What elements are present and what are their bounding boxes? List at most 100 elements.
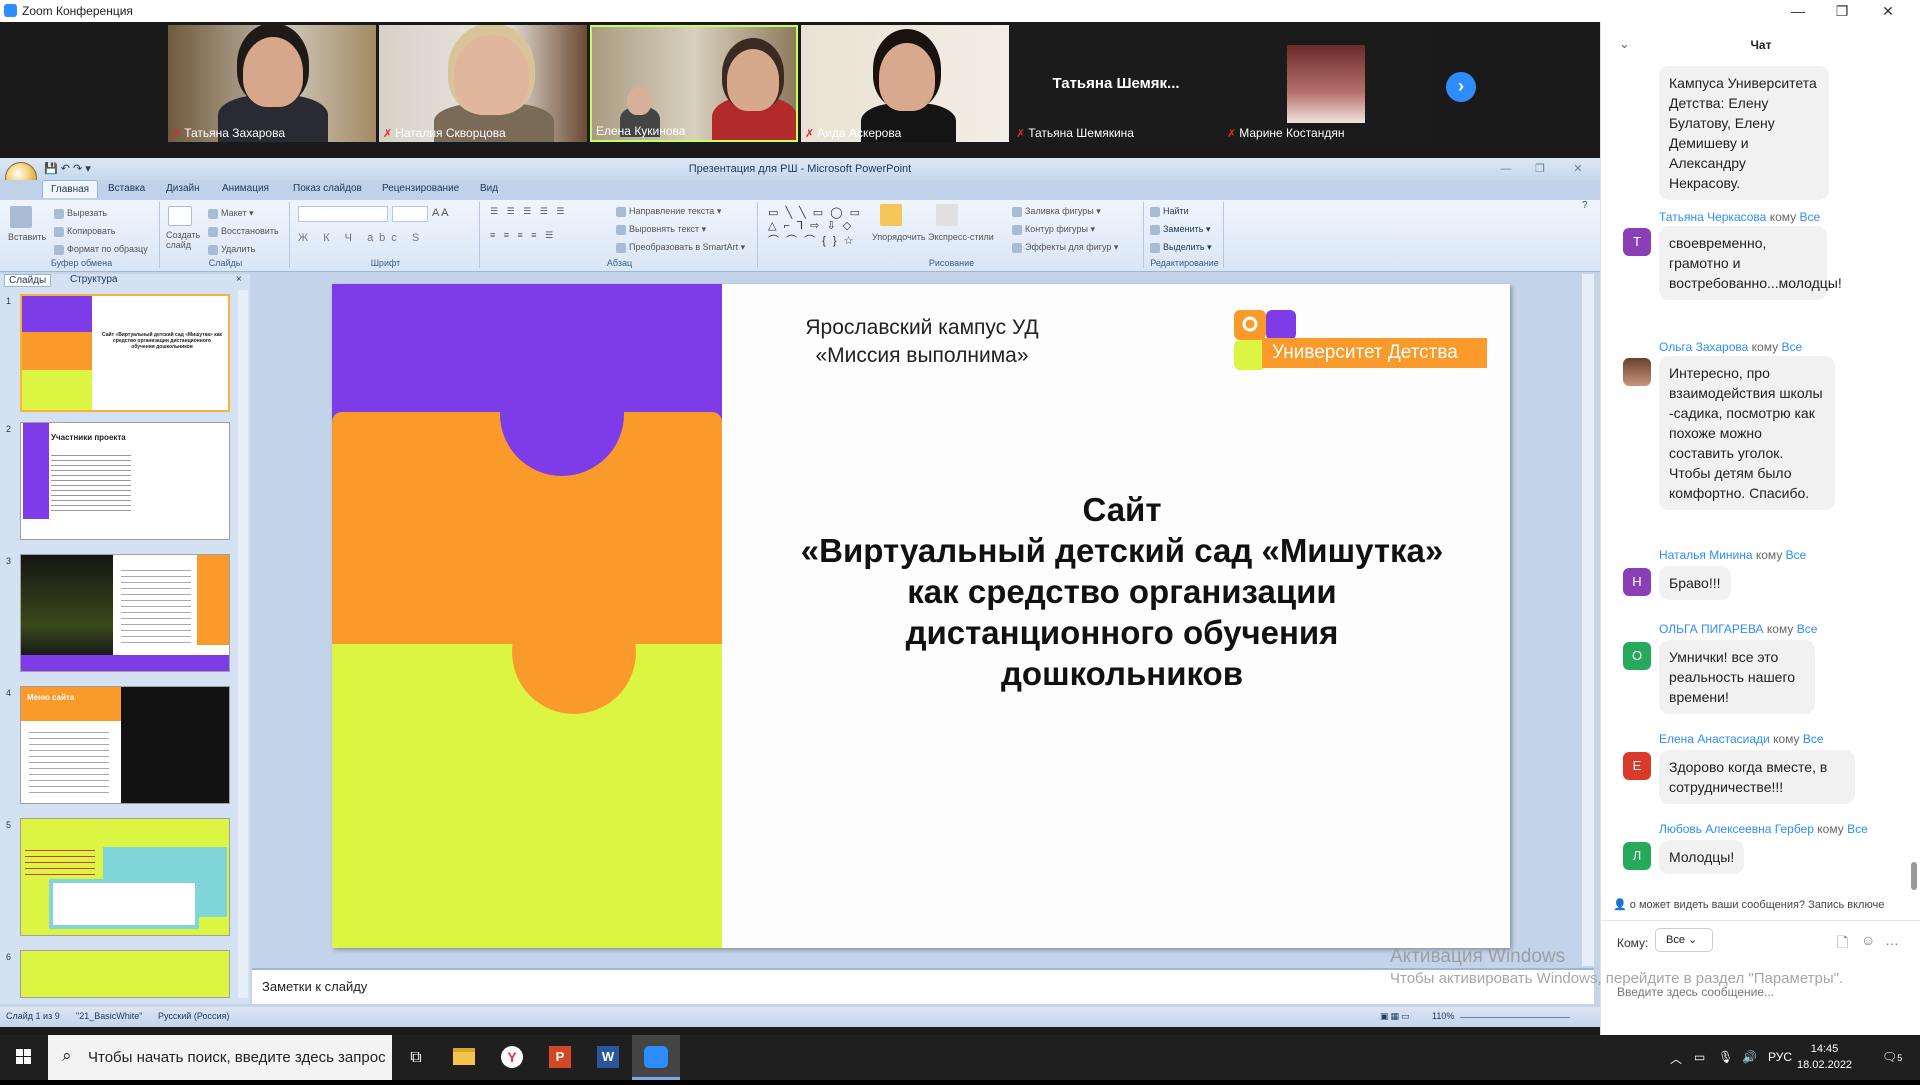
font-size-select[interactable] xyxy=(392,206,428,222)
shapes-gallery[interactable]: ▭ ╲ ╲ ▭ ◯ ▭ △ ⌐ ⅂ ⇨ ⇩ ◇ ⌒ ⌒ ⌒ { } ☆ xyxy=(768,206,862,248)
cut-button[interactable]: Вырезать xyxy=(54,208,107,219)
quick-styles-button[interactable]: Экспресс-стили xyxy=(928,232,994,242)
video-tile[interactable]: ✗ Татьяна Захарова xyxy=(168,25,376,142)
tab-view[interactable]: Вид xyxy=(480,183,498,194)
shape-outline-button[interactable]: Контур фигуры ▾ xyxy=(1012,224,1095,235)
slide-editing-area: Ярославский кампус УД «Миссия выполнима»… xyxy=(252,274,1594,966)
copy-button[interactable]: Копировать xyxy=(54,226,115,237)
font-size-grow-icon[interactable]: A A xyxy=(432,207,449,219)
purple-bar xyxy=(21,655,229,671)
select-button[interactable]: Выделить ▾ xyxy=(1150,242,1212,253)
replace-button[interactable]: Заменить ▾ xyxy=(1150,224,1210,235)
thumb-title: Меню сайта xyxy=(27,693,75,702)
slide-thumbnail-2[interactable]: Участники проекта xyxy=(20,422,230,540)
yandex-browser-icon[interactable]: Y xyxy=(488,1035,536,1080)
smartart-button[interactable]: Преобразовать в SmartArt ▾ xyxy=(616,242,745,253)
zoom-slider[interactable] xyxy=(1460,1017,1570,1018)
new-slide-button[interactable]: Создать слайд xyxy=(166,230,206,250)
close-pane-icon[interactable]: × xyxy=(232,274,246,285)
emoji-icon[interactable]: ☺ xyxy=(1861,932,1875,948)
tab-insert[interactable]: Вставка xyxy=(108,183,145,194)
font-style-buttons[interactable]: Ж К Ч abc S xyxy=(298,232,425,244)
slide-thumbnail-6[interactable] xyxy=(20,950,230,998)
arrange-button[interactable]: Упорядочить xyxy=(872,232,926,242)
file-explorer-icon[interactable] xyxy=(440,1035,488,1080)
reset-button[interactable]: Восстановить xyxy=(208,226,279,237)
slide-thumbnail-1[interactable]: Сайт «Виртуальный детский сад «Мишутка» … xyxy=(20,294,230,412)
help-icon[interactable]: ? xyxy=(1582,200,1588,211)
tray-chevron-icon[interactable]: ︿ xyxy=(1670,1050,1682,1067)
restore-button[interactable]: ❐ xyxy=(1820,0,1864,22)
list-buttons[interactable]: ☰ ☰ ☰ ☰ ☰ xyxy=(490,206,567,217)
tab-home[interactable]: Главная xyxy=(42,180,99,198)
chat-message-sender: Любовь Алексеевна Гербер кому Все xyxy=(1659,822,1868,836)
slide-thumbnail-3[interactable] xyxy=(20,554,230,672)
slide-thumbnail-5[interactable] xyxy=(20,818,230,936)
start-button[interactable] xyxy=(0,1035,48,1080)
video-tile[interactable]: Татьяна Шемяк... ✗ Татьяна Шемякина xyxy=(1012,25,1220,142)
chat-privacy-note[interactable]: 👤 о может видеть ваши сообщения? Запись … xyxy=(1613,898,1913,911)
minimize-button[interactable]: — xyxy=(1776,0,1820,22)
close-button[interactable]: ✕ xyxy=(1866,0,1910,22)
puzzle-piece xyxy=(22,296,92,336)
slide-thumbnail-4[interactable]: Меню сайта xyxy=(20,686,230,804)
text-direction-button[interactable]: Направление текста ▾ xyxy=(616,206,721,217)
group-label: Буфер обмена xyxy=(50,258,113,268)
pane-scrollbar[interactable] xyxy=(238,290,248,998)
chat-message-sender: Наталья Минина кому Все xyxy=(1659,548,1807,562)
current-slide[interactable]: Ярославский кампус УД «Миссия выполнима»… xyxy=(332,284,1510,948)
task-view-icon[interactable]: ⧉ xyxy=(392,1035,440,1080)
tab-slides[interactable]: Слайды xyxy=(4,274,52,287)
participant-face xyxy=(727,49,779,111)
view-buttons[interactable]: ▣▦▭ xyxy=(1380,1011,1412,1022)
network-icon[interactable]: ▭ xyxy=(1694,1050,1705,1064)
video-tile[interactable]: ✗ Марине Костандян xyxy=(1223,25,1431,142)
taskbar-search[interactable]: ⌕ Чтобы начать поиск, введите здесь запр… xyxy=(48,1035,392,1080)
next-page-arrow-icon[interactable]: › xyxy=(1446,72,1476,102)
slide-number: 2 xyxy=(6,424,12,434)
powerpoint-icon[interactable]: P xyxy=(536,1035,584,1080)
quick-styles-icon xyxy=(936,204,961,226)
video-tile-active-speaker[interactable]: Елена Кукинова xyxy=(590,25,798,142)
clock[interactable]: 14:45 18.02.2022 xyxy=(1797,1041,1852,1073)
align-buttons[interactable]: ≡ ≡ ≡ ≡ ☰ xyxy=(490,230,556,241)
tab-review[interactable]: Рецензирование xyxy=(382,183,459,194)
participant-face xyxy=(627,87,651,115)
paste-button[interactable]: Вставить xyxy=(8,232,46,242)
video-tile[interactable]: ✗ Наталия Скворцова xyxy=(379,25,587,142)
format-painter-button[interactable]: Формат по образцу xyxy=(54,244,148,255)
more-icon[interactable]: … xyxy=(1885,932,1899,948)
layout-button[interactable]: Макет ▾ xyxy=(208,208,254,219)
align-text-button[interactable]: Выровнять текст ▾ xyxy=(616,224,706,235)
slide-counter: Слайд 1 из 9 xyxy=(6,1011,60,1021)
tab-outline[interactable]: Структура xyxy=(66,274,121,285)
tab-slideshow[interactable]: Показ слайдов xyxy=(293,183,362,194)
powerpoint-window: Презентация для РШ - Microsoft PowerPoin… xyxy=(0,158,1600,1027)
language-indicator[interactable]: Русский (Россия) xyxy=(158,1011,229,1021)
group-label: Абзац xyxy=(606,258,633,268)
avatar: О xyxy=(1623,642,1651,670)
vertical-scrollbar[interactable] xyxy=(1582,274,1594,966)
microphone-icon[interactable]: 🎙 xyxy=(1718,1050,1733,1064)
purple-bar xyxy=(23,423,49,519)
zoom-level[interactable]: 110% xyxy=(1432,1011,1454,1021)
slide-number: 6 xyxy=(6,952,12,962)
chat-scrollbar[interactable] xyxy=(1911,862,1917,890)
video-tile[interactable]: ✗ Аида Аскерова xyxy=(801,25,1009,142)
delete-slide-button[interactable]: Удалить xyxy=(208,244,255,255)
find-button[interactable]: Найти xyxy=(1150,206,1189,217)
tab-animation[interactable]: Анимация xyxy=(222,183,269,194)
tab-design[interactable]: Дизайн xyxy=(166,183,200,194)
shape-fill-button[interactable]: Заливка фигуры ▾ xyxy=(1012,206,1101,217)
volume-icon[interactable]: 🔊 xyxy=(1742,1050,1757,1064)
notifications-icon[interactable]: 🗨5 xyxy=(1882,1050,1902,1064)
search-icon: ⌕ xyxy=(62,1046,72,1065)
zoom-app-icon[interactable] xyxy=(632,1035,680,1080)
font-name-select[interactable] xyxy=(298,206,388,222)
word-icon[interactable]: W xyxy=(584,1035,632,1080)
shape-effects-button[interactable]: Эффекты для фигур ▾ xyxy=(1012,242,1118,253)
quick-access-toolbar[interactable]: 💾 ↶ ↷ ▾ xyxy=(44,162,91,175)
language-indicator[interactable]: РУС xyxy=(1768,1050,1792,1064)
ppt-close-button[interactable]: ✕ xyxy=(1556,158,1600,180)
chat-message-sender: Ольга Захарова кому Все xyxy=(1659,340,1803,354)
